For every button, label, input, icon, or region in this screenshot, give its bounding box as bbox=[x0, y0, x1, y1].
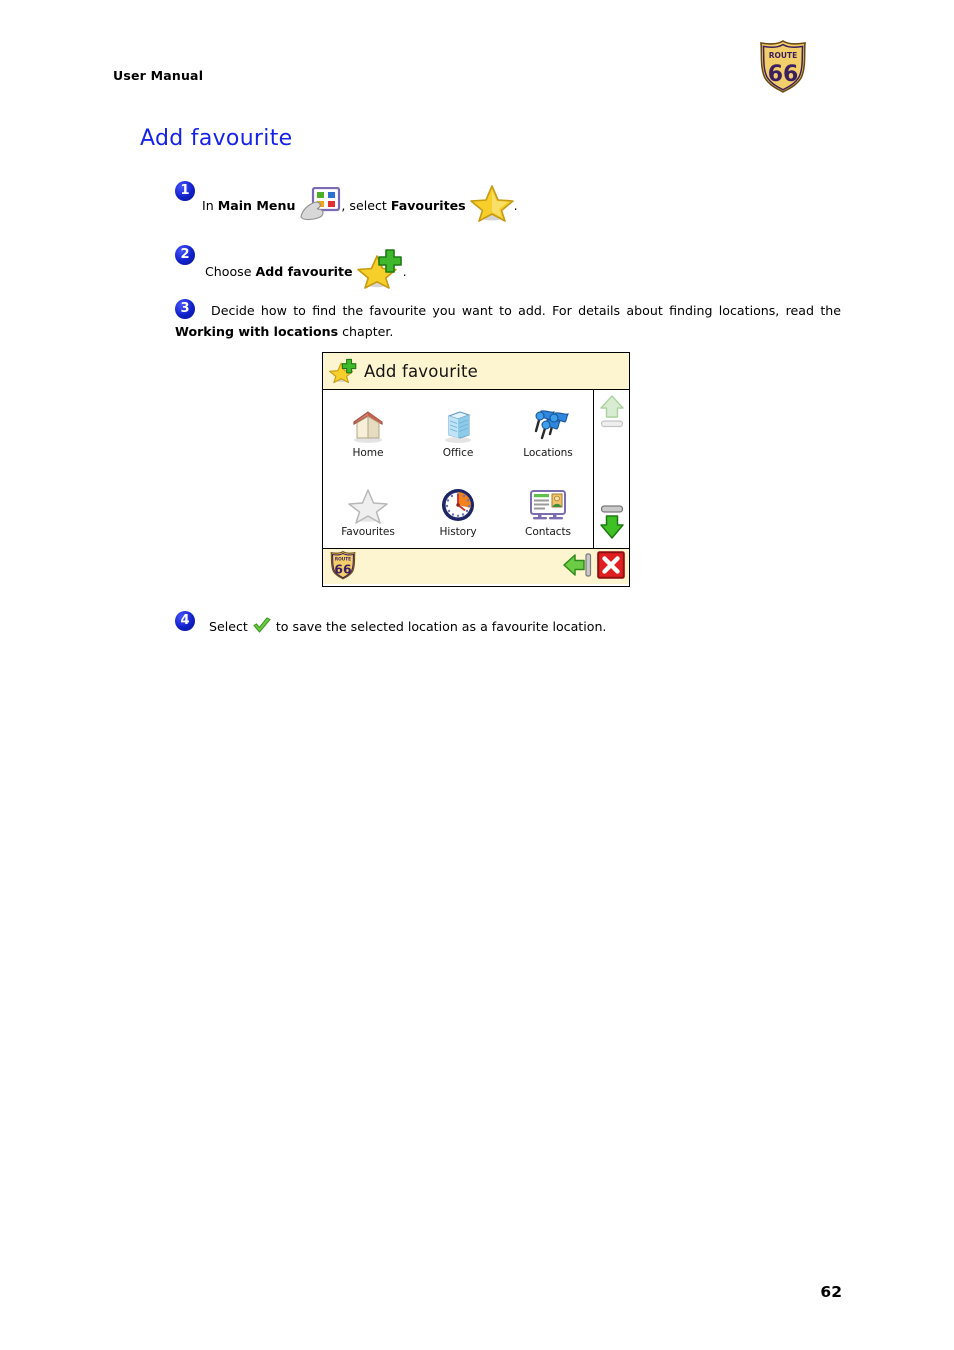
page-title: Add favourite bbox=[140, 126, 293, 151]
scrollbar[interactable] bbox=[594, 390, 629, 548]
route66-number-text: 66 bbox=[334, 562, 351, 576]
grid-item-home[interactable]: Home bbox=[323, 390, 413, 469]
step-3-bullet: 3 bbox=[175, 299, 195, 319]
step-3-text-part2: chapter. bbox=[338, 324, 394, 339]
route66-top-text: ROUTE bbox=[769, 51, 797, 60]
document-header-label: User Manual bbox=[113, 68, 204, 83]
step-4-text-before: Select bbox=[209, 619, 252, 634]
grid-item-favourites-label: Favourites bbox=[341, 525, 395, 538]
star-plus-icon bbox=[356, 248, 403, 290]
star-plus-icon bbox=[329, 358, 357, 384]
step-3-paragraph: Decide how to find the favourite you wan… bbox=[175, 300, 841, 342]
clock-icon bbox=[435, 480, 481, 524]
grid-item-office-label: Office bbox=[442, 446, 474, 459]
scroll-down-arrow-icon[interactable] bbox=[598, 504, 626, 544]
device-screenshot: Add favourite Home Office Locations Favo… bbox=[322, 352, 630, 587]
red-close-x-icon[interactable] bbox=[597, 550, 625, 583]
house-icon bbox=[345, 401, 391, 445]
step-3: 3 Decide how to find the favourite you w… bbox=[175, 299, 841, 342]
step-1-bullet: 1 bbox=[175, 181, 195, 201]
favourite-source-grid: Home Office Locations Favourites History… bbox=[323, 390, 594, 548]
star-icon bbox=[469, 183, 514, 223]
step-2-bullet: 2 bbox=[175, 245, 195, 265]
grid-item-contacts[interactable]: Contacts bbox=[503, 469, 593, 548]
step-1-text-before: In bbox=[202, 198, 218, 213]
step-2-text-before: Choose bbox=[205, 264, 256, 279]
route66-number-text: 66 bbox=[768, 62, 799, 87]
step-3-bold-working-with-locations: Working with locations bbox=[175, 324, 339, 339]
step-4-text-after: to save the selected location as a favou… bbox=[271, 619, 607, 634]
step-1-bold-main-menu: Main Menu bbox=[217, 198, 296, 213]
office-building-icon bbox=[435, 401, 481, 445]
grey-star-icon bbox=[345, 480, 391, 524]
route66-shield-icon: ROUTE 66 bbox=[328, 550, 358, 584]
grid-item-locations-label: Locations bbox=[523, 446, 573, 459]
map-pins-icon bbox=[525, 401, 571, 445]
step-3-text-part1: Decide how to find the favourite you wan… bbox=[211, 303, 841, 318]
route66-top-text: ROUTE bbox=[335, 556, 351, 562]
grid-item-history[interactable]: History bbox=[413, 469, 503, 548]
green-check-icon bbox=[252, 617, 272, 635]
main-menu-icon bbox=[299, 186, 341, 221]
page-number: 62 bbox=[820, 1283, 842, 1301]
device-title-text: Add favourite bbox=[364, 361, 479, 381]
page-header: User Manual ROUTE 66 bbox=[0, 0, 954, 110]
route66-shield-icon: ROUTE 66 bbox=[755, 38, 811, 94]
grid-item-office[interactable]: Office bbox=[413, 390, 503, 469]
grid-item-history-label: History bbox=[439, 525, 477, 538]
grid-item-locations[interactable]: Locations bbox=[503, 390, 593, 469]
device-bottom-bar: ROUTE 66 bbox=[323, 548, 629, 584]
grid-item-favourites[interactable]: Favourites bbox=[323, 469, 413, 548]
green-back-arrow-icon[interactable] bbox=[561, 551, 593, 583]
step-4-bullet: 4 bbox=[175, 611, 195, 631]
step-2-text-after: . bbox=[402, 264, 407, 279]
step-1-text-middle: , select bbox=[341, 198, 391, 213]
grid-item-home-label: Home bbox=[352, 446, 384, 459]
step-1-text-after: . bbox=[513, 198, 518, 213]
device-title-bar: Add favourite bbox=[323, 353, 629, 390]
contact-card-icon bbox=[525, 480, 571, 524]
step-1-bold-favourites: Favourites bbox=[390, 198, 466, 213]
step-2-bold-add-favourite: Add favourite bbox=[255, 264, 353, 279]
scroll-up-arrow-icon[interactable] bbox=[598, 394, 626, 434]
device-content-area: Home Office Locations Favourites History… bbox=[323, 390, 629, 548]
grid-item-contacts-label: Contacts bbox=[525, 525, 571, 538]
